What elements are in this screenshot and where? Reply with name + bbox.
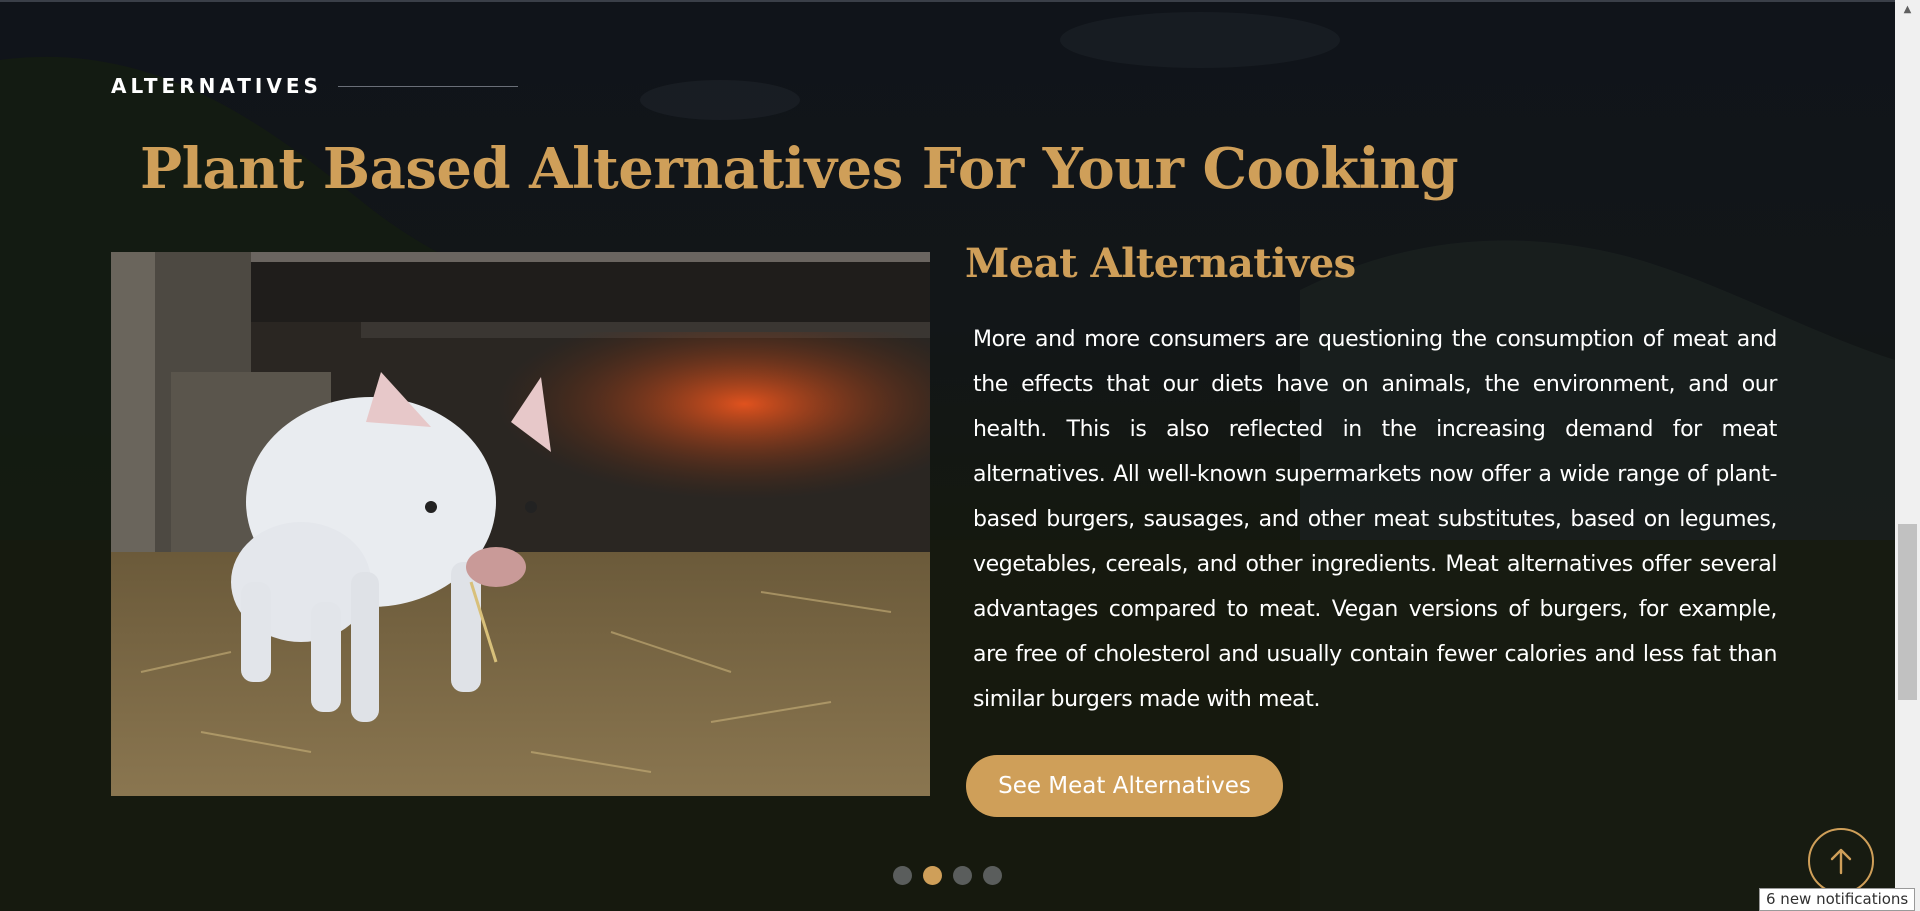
page-scrollbar[interactable]: ▲ xyxy=(1895,0,1920,911)
top-border xyxy=(0,0,1895,2)
section-eyebrow: ALTERNATIVES xyxy=(111,74,518,98)
scroll-to-top-button[interactable] xyxy=(1808,828,1874,894)
see-meat-alternatives-button[interactable]: See Meat Alternatives xyxy=(966,755,1283,817)
scroll-up-arrow-icon[interactable]: ▲ xyxy=(1895,0,1920,18)
arrow-up-icon xyxy=(1830,848,1852,875)
slide-title: Meat Alternatives xyxy=(965,240,1356,287)
eyebrow-label: ALTERNATIVES xyxy=(111,74,322,98)
carousel-dot-2[interactable] xyxy=(923,866,942,885)
carousel-dot-3[interactable] xyxy=(953,866,972,885)
scrollbar-thumb[interactable] xyxy=(1898,524,1917,700)
carousel-dot-4[interactable] xyxy=(983,866,1002,885)
carousel-dots xyxy=(893,866,1002,885)
eyebrow-divider xyxy=(337,85,518,87)
notifications-badge[interactable]: 6 new notifications xyxy=(1759,888,1916,911)
piglet-photo xyxy=(111,252,930,796)
slide-content: Meat Alternatives More and more consumer… xyxy=(965,240,1777,722)
section-title: Plant Based Alternatives For Your Cookin… xyxy=(140,136,1459,202)
carousel-dot-1[interactable] xyxy=(893,866,912,885)
slide-description: More and more consumers are questioning … xyxy=(973,327,1777,712)
